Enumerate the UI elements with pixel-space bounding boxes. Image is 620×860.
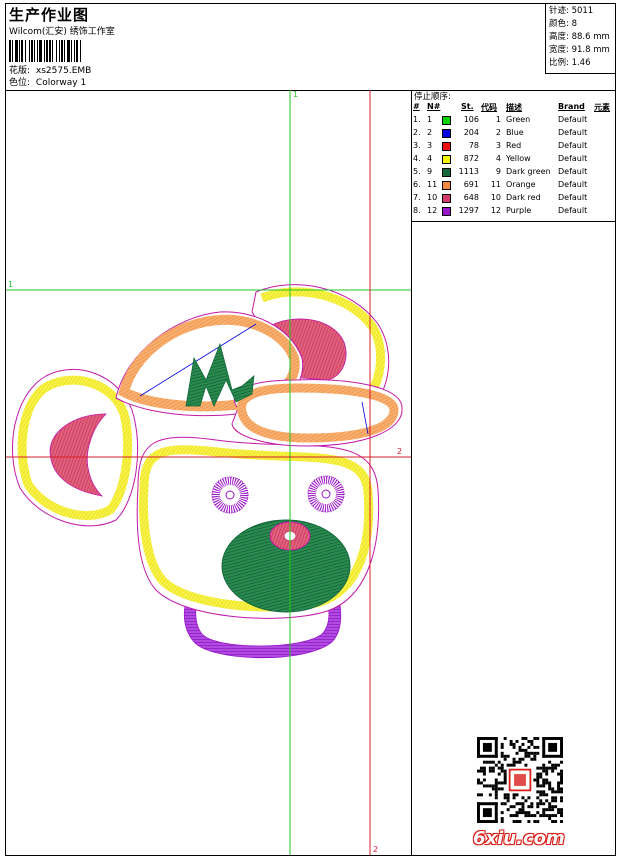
row-code: 3	[495, 141, 501, 150]
studio-name: Wilcom(汇安) 绣饰工作室	[9, 27, 115, 37]
design-height: 高度: 88.6 mm	[549, 32, 610, 42]
stop-sequence-header: # N# St. 代码 描述 Brand 元素	[411, 102, 615, 113]
row-code: 4	[495, 154, 501, 163]
col-num: #	[413, 102, 420, 111]
row-description: Blue	[506, 128, 524, 137]
vertical-guide-1-label: 1	[293, 90, 299, 99]
vertical-guide-2-label: 2	[373, 845, 379, 854]
row-description: Dark red	[506, 193, 541, 202]
row-description: Purple	[506, 206, 532, 215]
row-description: Orange	[506, 180, 536, 189]
color-swatch	[442, 181, 451, 190]
col-needle: N#	[427, 102, 441, 111]
col-brand: Brand	[558, 102, 585, 111]
production-sheet: 生产作业图 Wilcom(汇安) 绣饰工作室 花版: xs2575.EMB 色位…	[5, 3, 616, 856]
row-stitches: 1113	[458, 167, 479, 176]
colorway-label: 色位:	[9, 78, 31, 88]
row-description: Yellow	[506, 154, 531, 163]
row-stitches: 648	[463, 193, 479, 202]
row-number: 7.	[413, 193, 421, 202]
row-brand: Default	[558, 180, 588, 189]
row-code: 1	[495, 115, 501, 124]
row-brand: Default	[558, 154, 588, 163]
stop-sequence-panel: 停止顺序: # N# St. 代码 描述 Brand 元素 1. 1 106 1 Gre…	[411, 90, 615, 222]
row-needle: 11	[427, 180, 438, 189]
row-description: Dark green	[506, 167, 551, 176]
color-swatch	[442, 116, 451, 125]
horizontal-guide-2-label: 2	[397, 447, 403, 456]
embroidery-design	[6, 90, 411, 855]
color-swatch	[442, 207, 451, 216]
row-stitches: 872	[463, 154, 479, 163]
stop-sequence-row: 4. 4 872 4 Yellow Default	[411, 154, 615, 167]
row-number: 2.	[413, 128, 421, 137]
color-count: 颜色: 8	[549, 19, 577, 29]
row-needle: 12	[427, 206, 438, 215]
stop-sequence-row: 5. 9 1113 9 Dark green Default	[411, 167, 615, 180]
horizontal-guide-1-label: 1	[8, 280, 14, 289]
stop-sequence-row: 7. 10 648 10 Dark red Default	[411, 193, 615, 206]
row-needle: 10	[427, 193, 438, 202]
design-width: 宽度: 91.8 mm	[549, 45, 610, 55]
row-brand: Default	[558, 141, 588, 150]
col-code: 代码	[481, 103, 497, 112]
row-stitches: 691	[463, 180, 479, 189]
design-stats: 针迹: 5011 颜色: 8 高度: 88.6 mm 宽度: 91.8 mm 比…	[545, 4, 615, 74]
row-needle: 1	[427, 115, 433, 124]
row-code: 12	[490, 206, 501, 215]
stop-sequence-row: 8. 12 1297 12 Purple Default	[411, 206, 615, 219]
row-number: 4.	[413, 154, 421, 163]
row-description: Green	[506, 115, 531, 124]
color-swatch	[442, 129, 451, 138]
design-preview: 1 1 2 2	[6, 90, 412, 855]
page-title: 生产作业图	[9, 6, 90, 24]
barcode-icon	[9, 40, 81, 62]
row-number: 5.	[413, 167, 421, 176]
row-number: 1.	[413, 115, 421, 124]
row-stitches: 204	[463, 128, 479, 137]
color-swatch	[442, 142, 451, 151]
nose	[221, 519, 351, 613]
row-stitches: 78	[468, 141, 479, 150]
col-element: 元素	[594, 103, 610, 112]
row-code: 10	[490, 193, 501, 202]
row-code: 2	[495, 128, 501, 137]
stop-sequence-row: 3. 3 78 3 Red Default	[411, 141, 615, 154]
row-brand: Default	[558, 206, 588, 215]
stop-sequence-title: 停止顺序:	[414, 92, 451, 102]
row-brand: Default	[558, 128, 588, 137]
col-description: 描述	[506, 103, 522, 112]
qr-code-icon	[477, 737, 563, 823]
stitch-count: 针迹: 5011	[549, 6, 594, 16]
color-swatch	[442, 168, 451, 177]
stop-sequence-row: 2. 2 204 2 Blue Default	[411, 128, 615, 141]
color-swatch	[442, 155, 451, 164]
color-swatch	[442, 194, 451, 203]
row-code: 9	[495, 167, 501, 176]
col-stitches: St.	[461, 102, 474, 111]
stop-sequence-row: 6. 11 691 11 Orange Default	[411, 180, 615, 193]
row-number: 6.	[413, 180, 421, 189]
row-brand: Default	[558, 193, 588, 202]
row-brand: Default	[558, 167, 588, 176]
stop-sequence-row: 1. 1 106 1 Green Default	[411, 115, 615, 128]
row-needle: 9	[427, 167, 433, 176]
row-number: 8.	[413, 206, 421, 215]
row-stitches: 1297	[458, 206, 479, 215]
row-brand: Default	[558, 115, 588, 124]
row-needle: 3	[427, 141, 433, 150]
row-number: 3.	[413, 141, 421, 150]
colorway-value: Colorway 1	[35, 78, 87, 88]
row-needle: 4	[427, 154, 433, 163]
row-stitches: 106	[463, 115, 479, 124]
row-code: 11	[490, 180, 501, 189]
site-watermark: 6xiu.com	[473, 828, 565, 849]
scale-ratio: 比例: 1.46	[549, 58, 591, 68]
header: 生产作业图 Wilcom(汇安) 绣饰工作室 花版: xs2575.EMB 色位…	[6, 4, 615, 91]
row-description: Red	[506, 141, 522, 150]
row-needle: 2	[427, 128, 433, 137]
colorway-row: 色位: Colorway 1	[9, 75, 86, 88]
